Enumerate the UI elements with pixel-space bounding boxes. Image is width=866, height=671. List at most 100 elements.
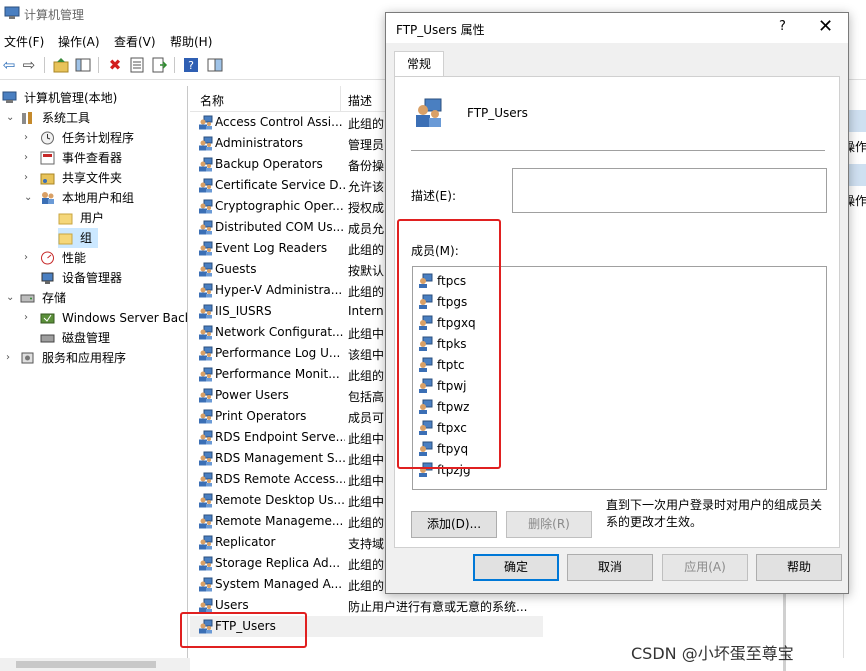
chevron-right-icon[interactable]: › [6, 348, 16, 368]
tree-horizontal-scrollbar[interactable] [0, 658, 190, 671]
group-icon [199, 556, 213, 571]
tools-icon [22, 112, 32, 124]
up-folder-icon[interactable] [52, 56, 70, 74]
column-header-description[interactable]: 描述 [348, 92, 372, 109]
group-icon [199, 493, 213, 508]
group-name: RDS Endpoint Serve... [215, 430, 345, 444]
chevron-down-icon[interactable]: ⌄ [6, 108, 16, 128]
chevron-right-icon[interactable]: › [24, 168, 34, 188]
export-icon[interactable] [150, 56, 168, 74]
tree-item-windows-server-backup[interactable]: › Windows Server Back [24, 308, 187, 328]
tree-item-services-apps[interactable]: › 服务和应用程序 [6, 348, 186, 368]
chevron-right-icon[interactable]: › [24, 128, 34, 148]
add-member-button[interactable]: 添加(D)... [411, 511, 497, 538]
group-name: IIS_IUSRS [215, 304, 272, 318]
group-name: Power Users [215, 388, 289, 402]
help-button[interactable]: 帮助 [756, 554, 842, 581]
group-icon [199, 136, 213, 151]
tree-item-system-tools[interactable]: ⌄ 系统工具 [6, 108, 186, 128]
group-name: Remote Desktop Us... [215, 493, 345, 507]
highlight-box [397, 219, 501, 469]
chevron-right-icon[interactable]: › [24, 308, 34, 328]
tree-item-disk-management[interactable]: 磁盘管理 [24, 328, 186, 348]
description-label: 描述(E): [411, 189, 456, 203]
view-pane-icon[interactable] [206, 56, 224, 74]
tree-item-task-scheduler[interactable]: › 任务计划程序 [24, 128, 186, 148]
event-viewer-icon [40, 151, 55, 165]
group-icon [199, 514, 213, 529]
svg-text:?: ? [188, 59, 194, 72]
group-name: RDS Remote Access... [215, 472, 345, 486]
window-title: 计算机管理 [24, 8, 85, 22]
group-name: Performance Monit... [215, 367, 340, 381]
group-icon [199, 262, 213, 277]
show-tree-icon[interactable] [74, 56, 92, 74]
chevron-right-icon[interactable]: › [24, 248, 34, 268]
users-group-icon [42, 192, 54, 204]
highlight-box [180, 612, 307, 648]
toolbar-separator [174, 57, 175, 73]
shared-folder-icon [40, 173, 55, 185]
chevron-down-icon[interactable]: ⌄ [24, 188, 34, 208]
computer-management-icon [2, 91, 17, 103]
menu-help[interactable]: 帮助(H) [170, 33, 212, 50]
actions-label[interactable]: 操作 [848, 138, 866, 155]
group-icon [199, 346, 213, 361]
delete-icon[interactable]: ✖ [106, 56, 124, 74]
dialog-titlebar: FTP_Users 属性 ? ✕ [386, 13, 848, 43]
close-icon[interactable]: ✕ [818, 16, 833, 37]
actions-label[interactable]: 操作 [848, 192, 866, 209]
storage-icon [20, 294, 35, 303]
tree-item-device-manager[interactable]: 设备管理器 [24, 268, 186, 288]
description-field[interactable] [512, 168, 827, 213]
tree-item-storage[interactable]: ⌄ 存储 [6, 288, 186, 308]
group-name: Replicator [215, 535, 276, 549]
group-name: Users [215, 598, 249, 612]
chevron-right-icon[interactable]: › [24, 148, 34, 168]
group-icon [199, 325, 213, 340]
toolbar-separator [44, 57, 45, 73]
chevron-down-icon[interactable]: ⌄ [6, 288, 16, 308]
group-icon [199, 220, 213, 235]
menu-view[interactable]: 查看(V) [114, 33, 156, 50]
tree-item-users[interactable]: 用户 [58, 208, 186, 228]
group-icon [199, 367, 213, 382]
help-icon[interactable]: ? [182, 56, 200, 74]
remove-member-button[interactable]: 删除(R) [506, 511, 592, 538]
column-header-name[interactable]: 名称 [200, 92, 224, 109]
menu-file[interactable]: 文件(F) [4, 33, 44, 50]
tree-item-event-viewer[interactable]: › 事件查看器 [24, 148, 186, 168]
group-name: Print Operators [215, 409, 307, 423]
group-name: Event Log Readers [215, 241, 328, 255]
tree-item-performance[interactable]: › 性能 [24, 248, 186, 268]
cancel-button[interactable]: 取消 [567, 554, 653, 581]
forward-arrow-icon[interactable]: ⇨ [20, 56, 38, 74]
back-arrow-icon[interactable]: ⇦ [0, 56, 18, 74]
group-name: Access Control Assi... [215, 115, 343, 129]
group-name: Remote Manageme... [215, 514, 344, 528]
group-icon [199, 283, 213, 298]
group-icon [199, 157, 213, 172]
group-icon [199, 241, 213, 256]
tree-item-computer-management[interactable]: 计算机管理(本地) [2, 88, 186, 108]
watermark: CSDN @小坏蛋至尊宝 [631, 644, 794, 663]
folder-icon [58, 233, 73, 245]
help-icon[interactable]: ? [779, 19, 786, 34]
tree-item-groups[interactable]: 组 [58, 228, 98, 248]
computer-management-icon [4, 6, 20, 19]
properties-icon[interactable] [128, 56, 146, 74]
tree-item-shared-folders[interactable]: › 共享文件夹 [24, 168, 186, 188]
toolbar-separator [98, 57, 99, 73]
tab-general[interactable]: 常规 [394, 51, 444, 77]
user-group-icon [416, 98, 442, 127]
group-description: 防止用户进行有意或无意的系统... [348, 600, 528, 614]
apply-button[interactable]: 应用(A) [662, 554, 748, 581]
ok-button[interactable]: 确定 [473, 554, 559, 581]
scrollbar-thumb[interactable] [16, 661, 156, 668]
column-divider[interactable] [340, 86, 341, 112]
navigation-tree: 计算机管理(本地) ⌄ 系统工具 › 任务计划程序 › 事件查看器 › 共享文件… [0, 86, 188, 658]
menu-action[interactable]: 操作(A) [58, 33, 100, 50]
tree-item-local-users-groups[interactable]: ⌄ 本地用户和组 [24, 188, 186, 208]
group-name: Backup Operators [215, 157, 323, 171]
group-name: Certificate Service D... [215, 178, 345, 192]
